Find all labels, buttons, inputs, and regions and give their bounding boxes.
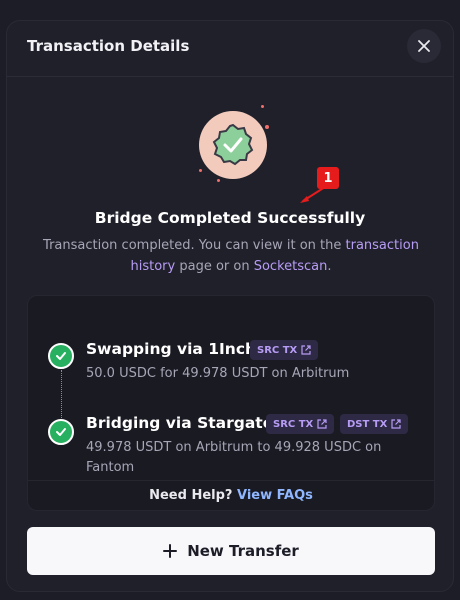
- transaction-details-modal: Transaction Details 1 Bridge Completed S…: [6, 20, 454, 592]
- status-text-part: Transaction completed. You can view it o…: [43, 238, 346, 253]
- external-link-icon: [391, 419, 401, 429]
- sparkle-dot: [217, 179, 220, 182]
- step-1-title: Swapping via 1Inch: [86, 340, 257, 358]
- close-icon: [418, 40, 430, 52]
- new-transfer-label: New Transfer: [187, 542, 299, 560]
- help-row: Need Help? View FAQs: [28, 488, 434, 503]
- sparkle-dot: [199, 169, 202, 172]
- check-icon: [56, 428, 66, 436]
- sparkle-dot: [261, 105, 264, 108]
- help-divider: [28, 480, 434, 481]
- step-2-title: Bridging via Stargate: [86, 414, 274, 432]
- check-icon: [56, 352, 66, 360]
- new-transfer-button[interactable]: New Transfer: [27, 527, 435, 575]
- chip-label: DST TX: [347, 418, 388, 430]
- socketscan-link[interactable]: Socketscan: [254, 259, 328, 274]
- step-1-src-tx-button[interactable]: SRC TX: [250, 340, 319, 360]
- external-link-icon: [301, 345, 311, 355]
- check-badge-icon: [212, 123, 254, 166]
- status-text: Transaction completed. You can view it o…: [37, 235, 425, 277]
- external-link-icon: [317, 419, 327, 429]
- close-button[interactable]: [407, 29, 441, 63]
- success-badge: [193, 105, 273, 185]
- view-faqs-link[interactable]: View FAQs: [237, 488, 313, 503]
- modal-title: Transaction Details: [27, 37, 190, 55]
- chip-label: SRC TX: [257, 344, 298, 356]
- step-2-src-tx-button[interactable]: SRC TX: [266, 414, 335, 434]
- step-complete-icon: [48, 419, 74, 445]
- status-text-part: page or on: [175, 259, 254, 274]
- annotation-arrow: [300, 186, 326, 203]
- status-text-part: .: [327, 259, 332, 274]
- step-1-description: 50.0 USDC for 49.978 USDT on Arbitrum: [86, 366, 350, 381]
- chip-label: SRC TX: [273, 418, 314, 430]
- step-2-description: 49.978 USDT on Arbitrum to 49.928 USDC o…: [86, 440, 382, 475]
- step-2-dst-tx-button[interactable]: DST TX: [340, 414, 409, 434]
- plus-icon: [163, 544, 178, 558]
- step-complete-icon: [48, 343, 74, 369]
- step-connector: [61, 370, 62, 418]
- modal-header: Transaction Details: [7, 21, 453, 77]
- sparkle-dot: [265, 125, 269, 129]
- status-heading: Bridge Completed Successfully: [94, 209, 366, 227]
- help-prefix: Need Help?: [149, 488, 237, 503]
- steps-panel: Swapping via 1Inch SRC TX 50.0 USDC for …: [27, 295, 435, 511]
